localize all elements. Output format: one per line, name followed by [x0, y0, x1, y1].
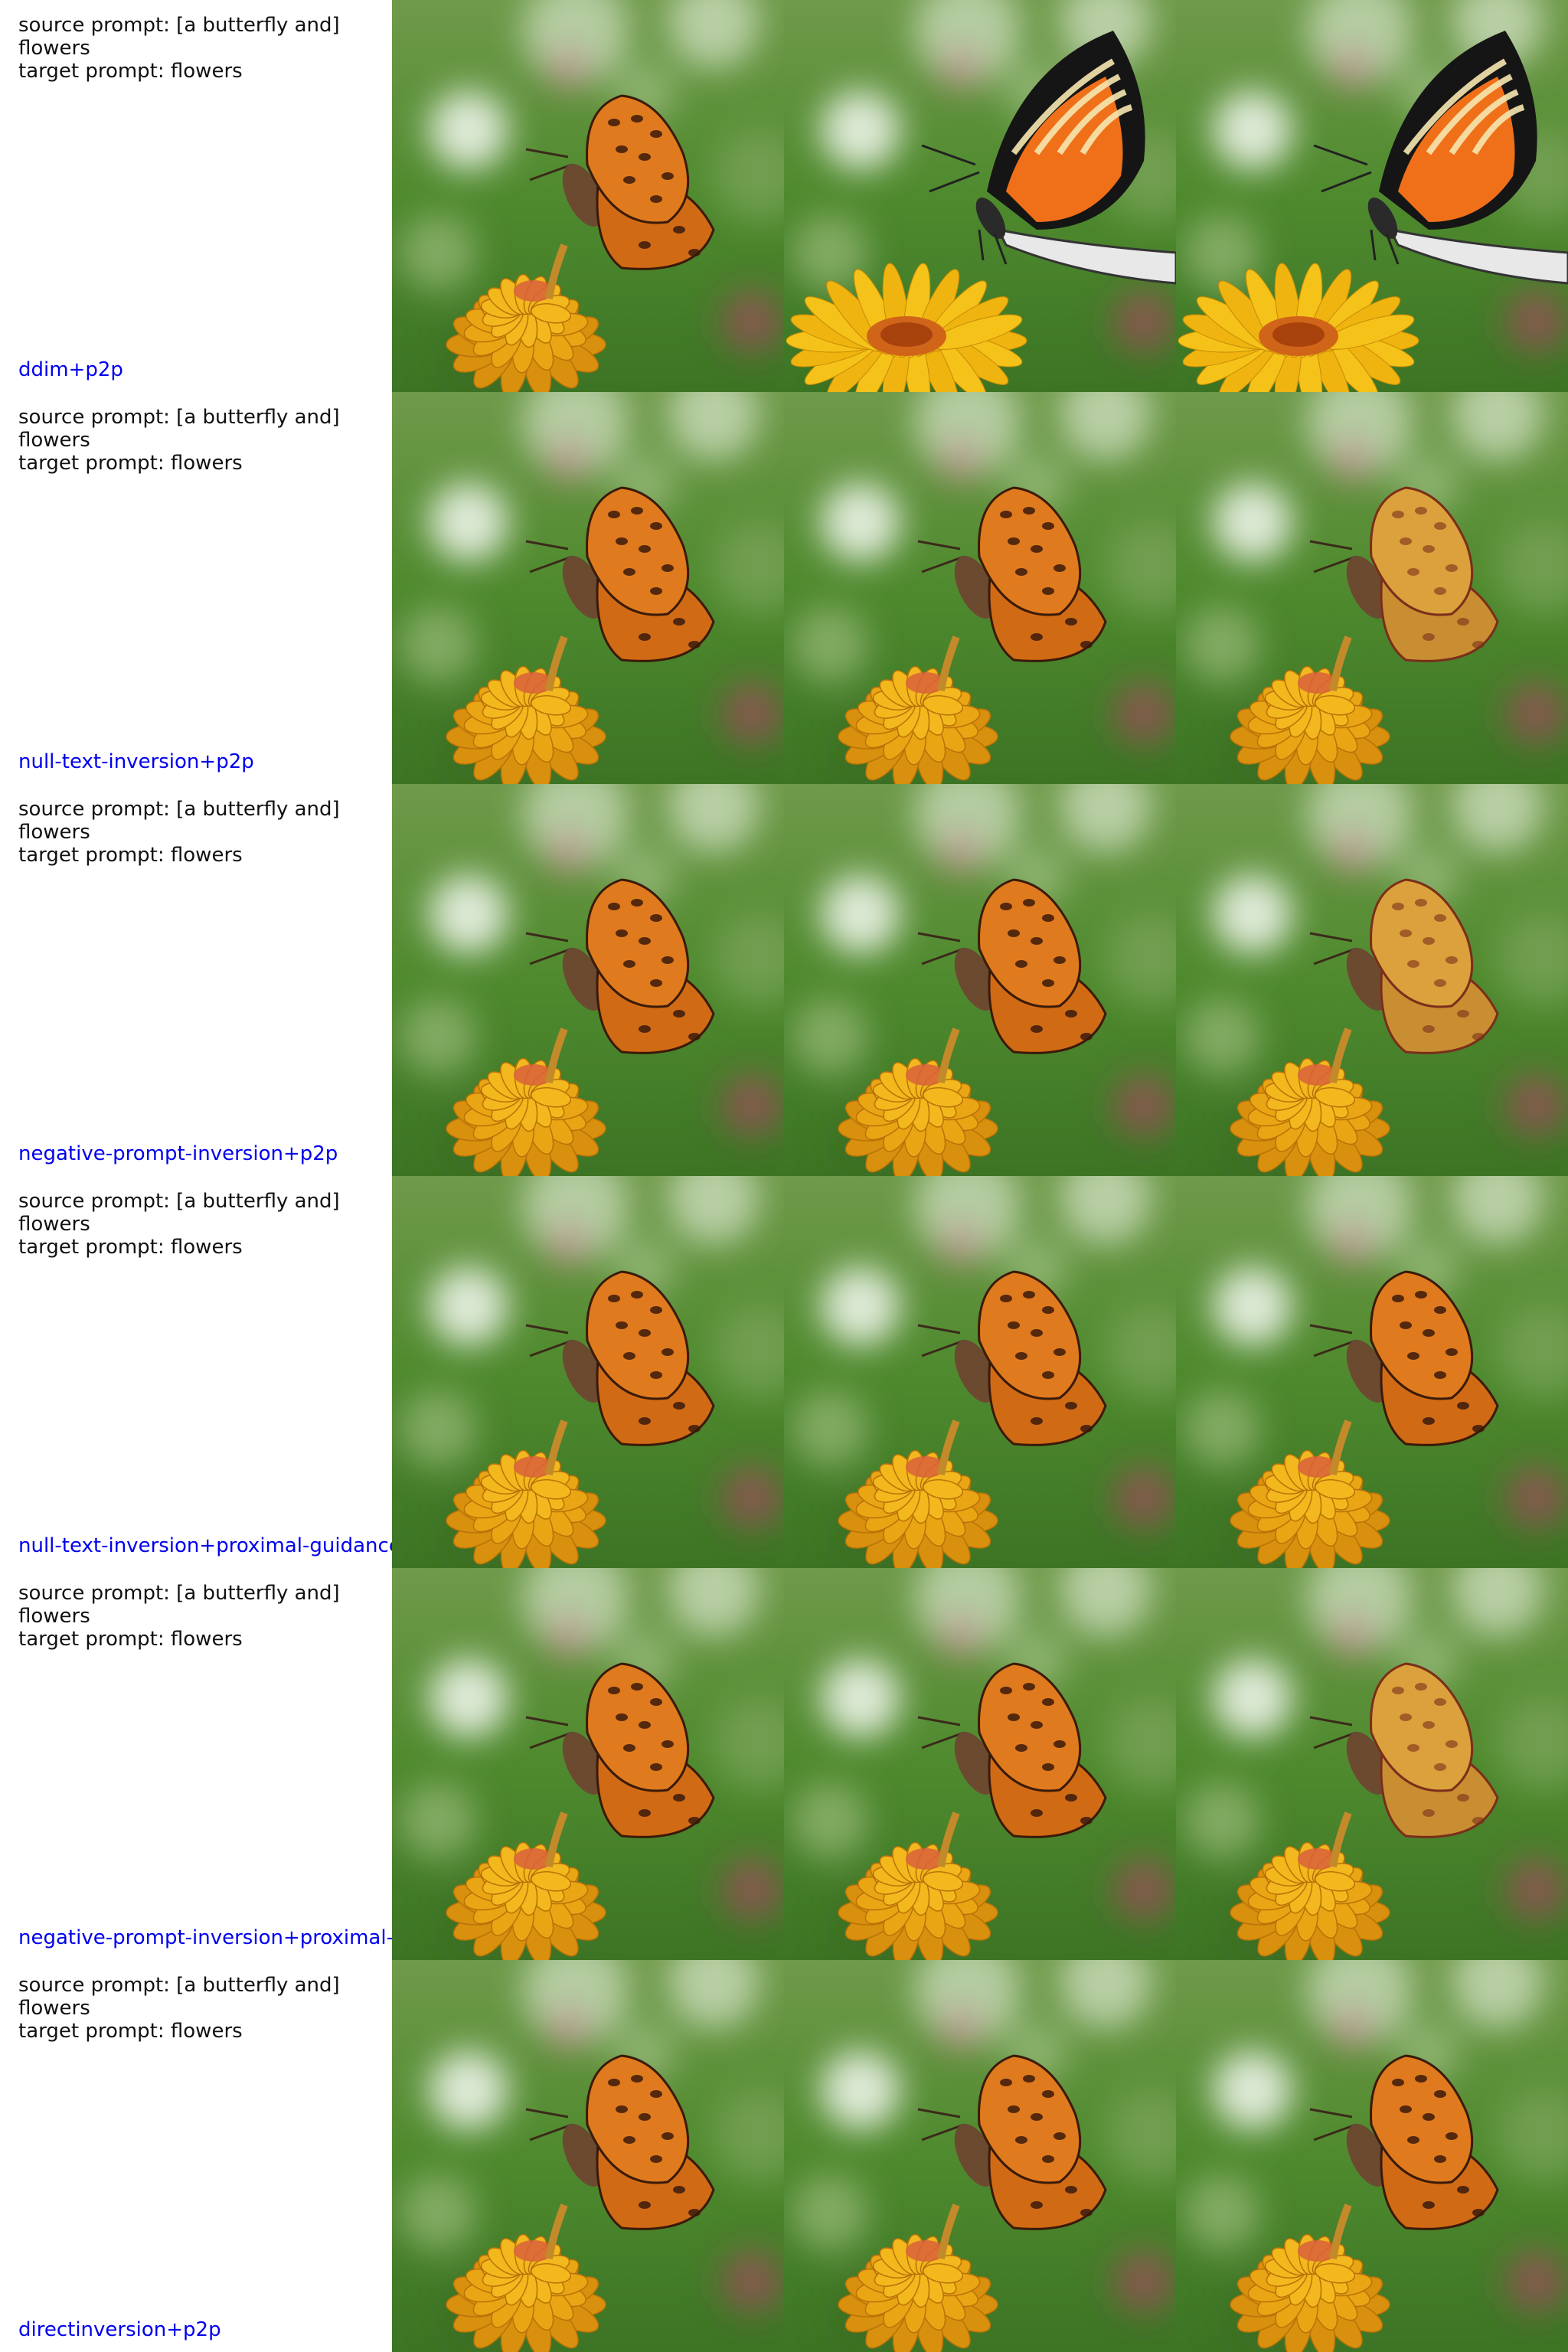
row-label-panel: source prompt: [a butterfly and] flowers…	[0, 0, 392, 392]
source-prompt: source prompt: [a butterfly and] flowers	[18, 1190, 346, 1236]
method-label: negative-prompt-inversion+proximal-guida…	[18, 1926, 392, 1949]
source-image	[392, 1176, 784, 1568]
source-prompt: source prompt: [a butterfly and] flowers	[18, 406, 346, 452]
edited-image	[1176, 1568, 1568, 1960]
source-image	[392, 1960, 784, 2352]
source-image	[392, 392, 784, 784]
edited-image	[1176, 0, 1568, 392]
method-label: directinversion+p2p	[18, 2318, 221, 2341]
target-prompt: target prompt: flowers	[18, 844, 243, 867]
method-label: null-text-inversion+p2p	[18, 750, 254, 773]
edited-image	[1176, 1960, 1568, 2352]
source-prompt: source prompt: [a butterfly and] flowers	[18, 1974, 346, 2020]
prompt-block: source prompt: [a butterfly and] flowers…	[18, 1582, 378, 1651]
method-label: ddim+p2p	[18, 358, 123, 381]
comparison-grid: source prompt: [a butterfly and] flowers…	[0, 0, 1568, 2352]
target-prompt: target prompt: flowers	[18, 1628, 243, 1651]
source-prompt: source prompt: [a butterfly and] flowers	[18, 14, 346, 60]
method-label: null-text-inversion+proximal-guidance	[18, 1534, 392, 1557]
result-row: source prompt: [a butterfly and] flowers…	[0, 1568, 1568, 1960]
result-row: source prompt: [a butterfly and] flowers…	[0, 784, 1568, 1176]
edited-image	[784, 1960, 1176, 2352]
target-prompt: target prompt: flowers	[18, 2020, 243, 2043]
method-label: negative-prompt-inversion+p2p	[18, 1142, 338, 1165]
result-row: source prompt: [a butterfly and] flowers…	[0, 1960, 1568, 2352]
prompt-block: source prompt: [a butterfly and] flowers…	[18, 1190, 378, 1259]
edited-image	[784, 1176, 1176, 1568]
edited-image	[784, 1568, 1176, 1960]
source-image	[392, 784, 784, 1176]
edited-image	[784, 784, 1176, 1176]
edited-image	[784, 0, 1176, 392]
source-prompt: source prompt: [a butterfly and] flowers	[18, 1582, 346, 1628]
prompt-block: source prompt: [a butterfly and] flowers…	[18, 14, 378, 83]
edited-image	[1176, 784, 1568, 1176]
source-image	[392, 0, 784, 392]
target-prompt: target prompt: flowers	[18, 60, 243, 83]
result-row: source prompt: [a butterfly and] flowers…	[0, 1176, 1568, 1568]
row-label-panel: source prompt: [a butterfly and] flowers…	[0, 1960, 392, 2352]
edited-image	[1176, 392, 1568, 784]
target-prompt: target prompt: flowers	[18, 452, 243, 475]
edited-image	[784, 392, 1176, 784]
row-label-panel: source prompt: [a butterfly and] flowers…	[0, 784, 392, 1176]
source-prompt: source prompt: [a butterfly and] flowers	[18, 798, 346, 844]
prompt-block: source prompt: [a butterfly and] flowers…	[18, 1974, 378, 2043]
row-label-panel: source prompt: [a butterfly and] flowers…	[0, 1176, 392, 1568]
prompt-block: source prompt: [a butterfly and] flowers…	[18, 798, 378, 867]
prompt-block: source prompt: [a butterfly and] flowers…	[18, 406, 378, 475]
row-label-panel: source prompt: [a butterfly and] flowers…	[0, 392, 392, 784]
target-prompt: target prompt: flowers	[18, 1236, 243, 1259]
row-label-panel: source prompt: [a butterfly and] flowers…	[0, 1568, 392, 1960]
edited-image	[1176, 1176, 1568, 1568]
source-image	[392, 1568, 784, 1960]
result-row: source prompt: [a butterfly and] flowers…	[0, 392, 1568, 784]
result-row: source prompt: [a butterfly and] flowers…	[0, 0, 1568, 392]
